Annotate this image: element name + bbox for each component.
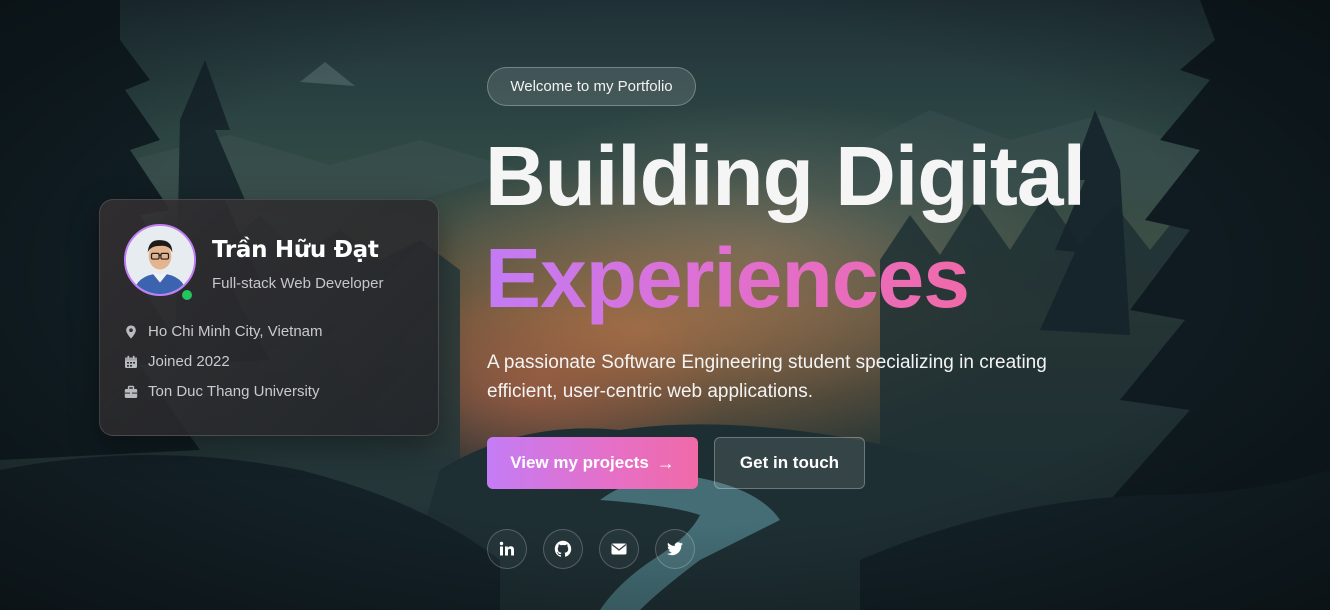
hero-subtitle: A passionate Software Engineering studen…	[487, 352, 1047, 402]
twitter-icon	[667, 542, 683, 556]
view-projects-label: View my projects	[510, 453, 649, 472]
envelope-icon	[611, 543, 627, 555]
location-text: Ho Chi Minh City, Vietnam	[148, 323, 323, 340]
email-link[interactable]	[599, 529, 639, 569]
linkedin-link[interactable]	[487, 529, 527, 569]
view-projects-button[interactable]: View my projects →	[487, 437, 698, 489]
online-status-indicator	[180, 288, 194, 302]
profile-card: Trần Hữu Đạt Full-stack Web Developer Ho…	[99, 199, 439, 436]
avatar-photo	[126, 226, 194, 294]
twitter-link[interactable]	[655, 529, 695, 569]
location-row: Ho Chi Minh City, Vietnam	[124, 323, 323, 340]
briefcase-icon	[124, 385, 138, 398]
avatar[interactable]	[124, 224, 196, 296]
organization-row: Ton Duc Thang University	[124, 383, 319, 400]
linkedin-icon	[499, 541, 514, 556]
github-icon	[554, 540, 572, 557]
organization-text: Ton Duc Thang University	[148, 383, 320, 400]
get-in-touch-button[interactable]: Get in touch	[714, 437, 865, 489]
calendar-icon	[125, 355, 137, 368]
profile-role: Full-stack Web Developer	[212, 275, 384, 292]
github-link[interactable]	[543, 529, 583, 569]
joined-row: Joined 2022	[124, 353, 230, 370]
headline-line-1: Building Digital	[485, 129, 1086, 223]
map-pin-icon	[126, 325, 136, 338]
welcome-badge: Welcome to my Portfolio	[487, 67, 696, 106]
get-in-touch-label: Get in touch	[739, 453, 840, 472]
joined-text: Joined 2022	[148, 353, 230, 370]
profile-name: Trần Hữu Đạt	[212, 237, 379, 263]
headline-line-2: Experiences	[485, 228, 970, 328]
arrow-right-icon: →	[656, 452, 675, 473]
